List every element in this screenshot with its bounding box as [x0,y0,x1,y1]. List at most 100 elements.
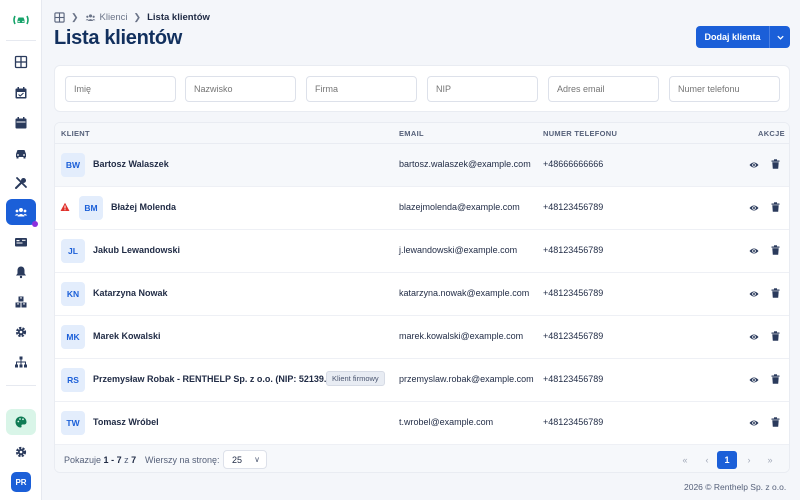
dashboard-icon [14,55,28,69]
client-email: blazejmolenda@example.com [399,202,520,212]
email-filter[interactable] [548,76,659,102]
breadcrumb-clients-label: Klienci [99,11,128,23]
column-header-client[interactable]: KLIENT [61,129,90,138]
sidebar-item-notifications[interactable] [6,259,36,285]
column-header-phone[interactable]: NUMER TELEFONU [543,129,617,138]
client-initials: JL [61,239,85,263]
page-button-current[interactable]: 1 [717,451,737,469]
chevron-right-icon: ❯ [133,11,142,22]
table-row[interactable]: RS Przemysław Robak - RENTHELP Sp. z o.o.… [55,359,789,402]
eye-icon[interactable] [749,418,759,428]
sidebar-item-inventory[interactable] [6,289,36,315]
breadcrumb-clients[interactable]: Klienci [85,12,128,23]
sidebar-item-clients[interactable] [6,199,38,227]
table-row[interactable]: KN Katarzyna Nowak katarzyna.nowak@example… [55,273,789,316]
sidebar: PR [0,0,42,500]
client-email: t.wrobel@example.com [399,417,494,427]
chevron-down-icon: ∨ [254,455,260,464]
trash-icon[interactable] [771,159,780,169]
client-name[interactable]: Jakub Lewandowski [93,245,180,255]
chevron-down-icon[interactable] [770,26,790,48]
pagination-range: Pokazuje 1 - 7 z 7 [64,455,136,465]
breadcrumb-current: Lista klientów [147,11,210,23]
breadcrumb: ❯ Klienci ❯ Lista klientów [54,10,210,24]
car-logo-icon[interactable] [11,10,31,30]
table-row[interactable]: MK Marek Kowalski marek.kowalski@example.c… [55,316,789,359]
client-initials: BW [61,153,85,177]
eye-icon[interactable] [749,289,759,299]
range-total: 7 [131,455,137,465]
table-row[interactable]: BM Błażej Molenda blazejmolenda@example.co… [55,187,789,230]
sidebar-item-theme[interactable] [6,409,36,435]
eye-icon[interactable] [749,246,759,256]
table-footer: Pokazuje 1 - 7 z 7 Wierszy na stronę: 25… [55,445,789,472]
eye-icon[interactable] [749,160,759,170]
client-name[interactable]: Bartosz Walaszek [93,159,169,169]
car-icon [16,150,26,159]
trash-icon[interactable] [771,417,780,427]
client-phone: +48123456789 [543,331,604,341]
client-name[interactable]: Katarzyna Nowak [93,288,168,298]
column-header-email[interactable]: EMAIL [399,129,424,138]
trash-icon[interactable] [771,288,780,298]
last-page-button[interactable]: » [761,451,779,469]
palette-icon [15,416,27,428]
user-avatar[interactable]: PR [11,472,31,492]
calendar-icon [15,117,27,129]
grid-icon[interactable] [54,11,65,23]
tools-icon [15,177,27,189]
client-phone: +48123456789 [543,245,604,255]
table-row[interactable]: JL Jakub Lewandowski j.lewandowski@example… [55,230,789,273]
last-name-filter[interactable] [185,76,296,102]
client-name[interactable]: Błażej Molenda [111,202,176,212]
clients-table: KLIENT EMAIL NUMER TELEFONU AKCJE BW Bart… [54,122,790,473]
users-icon [85,13,95,21]
first-page-button[interactable]: « [676,451,694,469]
client-email: marek.kowalski@example.com [399,331,524,341]
trash-icon[interactable] [771,374,780,384]
client-initials: KN [61,282,85,306]
client-email: przemyslaw.robak@example.com [399,374,534,384]
sidebar-item-integrations[interactable] [6,349,36,375]
boxes-icon [15,296,27,308]
rows-per-page-select[interactable]: 25 ∨ [223,450,267,469]
nip-filter[interactable] [427,76,538,102]
phone-filter[interactable] [669,76,780,102]
network-icon [15,356,27,368]
first-name-filter[interactable] [65,76,176,102]
sidebar-item-reservations[interactable] [6,80,36,106]
previous-page-button[interactable]: ‹ [698,451,716,469]
add-client-button[interactable]: Dodaj klienta [696,26,790,48]
eye-icon[interactable] [749,332,759,342]
client-phone: +48666666666 [543,159,604,169]
sidebar-item-settings[interactable] [6,319,36,345]
trash-icon[interactable] [771,245,780,255]
eye-icon[interactable] [749,203,759,213]
trash-icon[interactable] [771,331,780,341]
sidebar-item-service[interactable] [6,170,36,196]
add-client-label[interactable]: Dodaj klienta [696,26,770,48]
table-header: KLIENT EMAIL NUMER TELEFONU AKCJE [55,123,789,144]
table-row[interactable]: BW Bartosz Walaszek bartosz.walaszek@examp… [55,144,789,187]
warning-icon [60,202,70,211]
client-name[interactable]: Przemysław Robak - RENTHELP Sp. z o.o. (… [93,374,331,384]
client-email: bartosz.walaszek@example.com [399,159,531,169]
company-filter[interactable] [306,76,417,102]
sidebar-item-preferences[interactable] [6,439,36,465]
filter-panel [54,65,790,112]
sidebar-item-calendar[interactable] [6,110,36,136]
client-name[interactable]: Marek Kowalski [93,331,161,341]
calendar-check-icon [15,87,27,99]
eye-icon[interactable] [749,375,759,385]
client-email: katarzyna.nowak@example.com [399,288,530,298]
sidebar-item-cars[interactable] [6,140,36,166]
client-initials: BM [79,196,103,220]
sidebar-item-documents[interactable] [6,229,36,255]
client-phone: +48123456789 [543,288,604,298]
trash-icon[interactable] [771,202,780,212]
table-row[interactable]: TW Tomasz Wróbel t.wrobel@example.com +4812… [55,402,789,445]
client-name[interactable]: Tomasz Wróbel [93,417,159,427]
sidebar-item-dashboard[interactable] [6,49,36,75]
next-page-button[interactable]: › [740,451,758,469]
bell-icon [16,266,26,279]
